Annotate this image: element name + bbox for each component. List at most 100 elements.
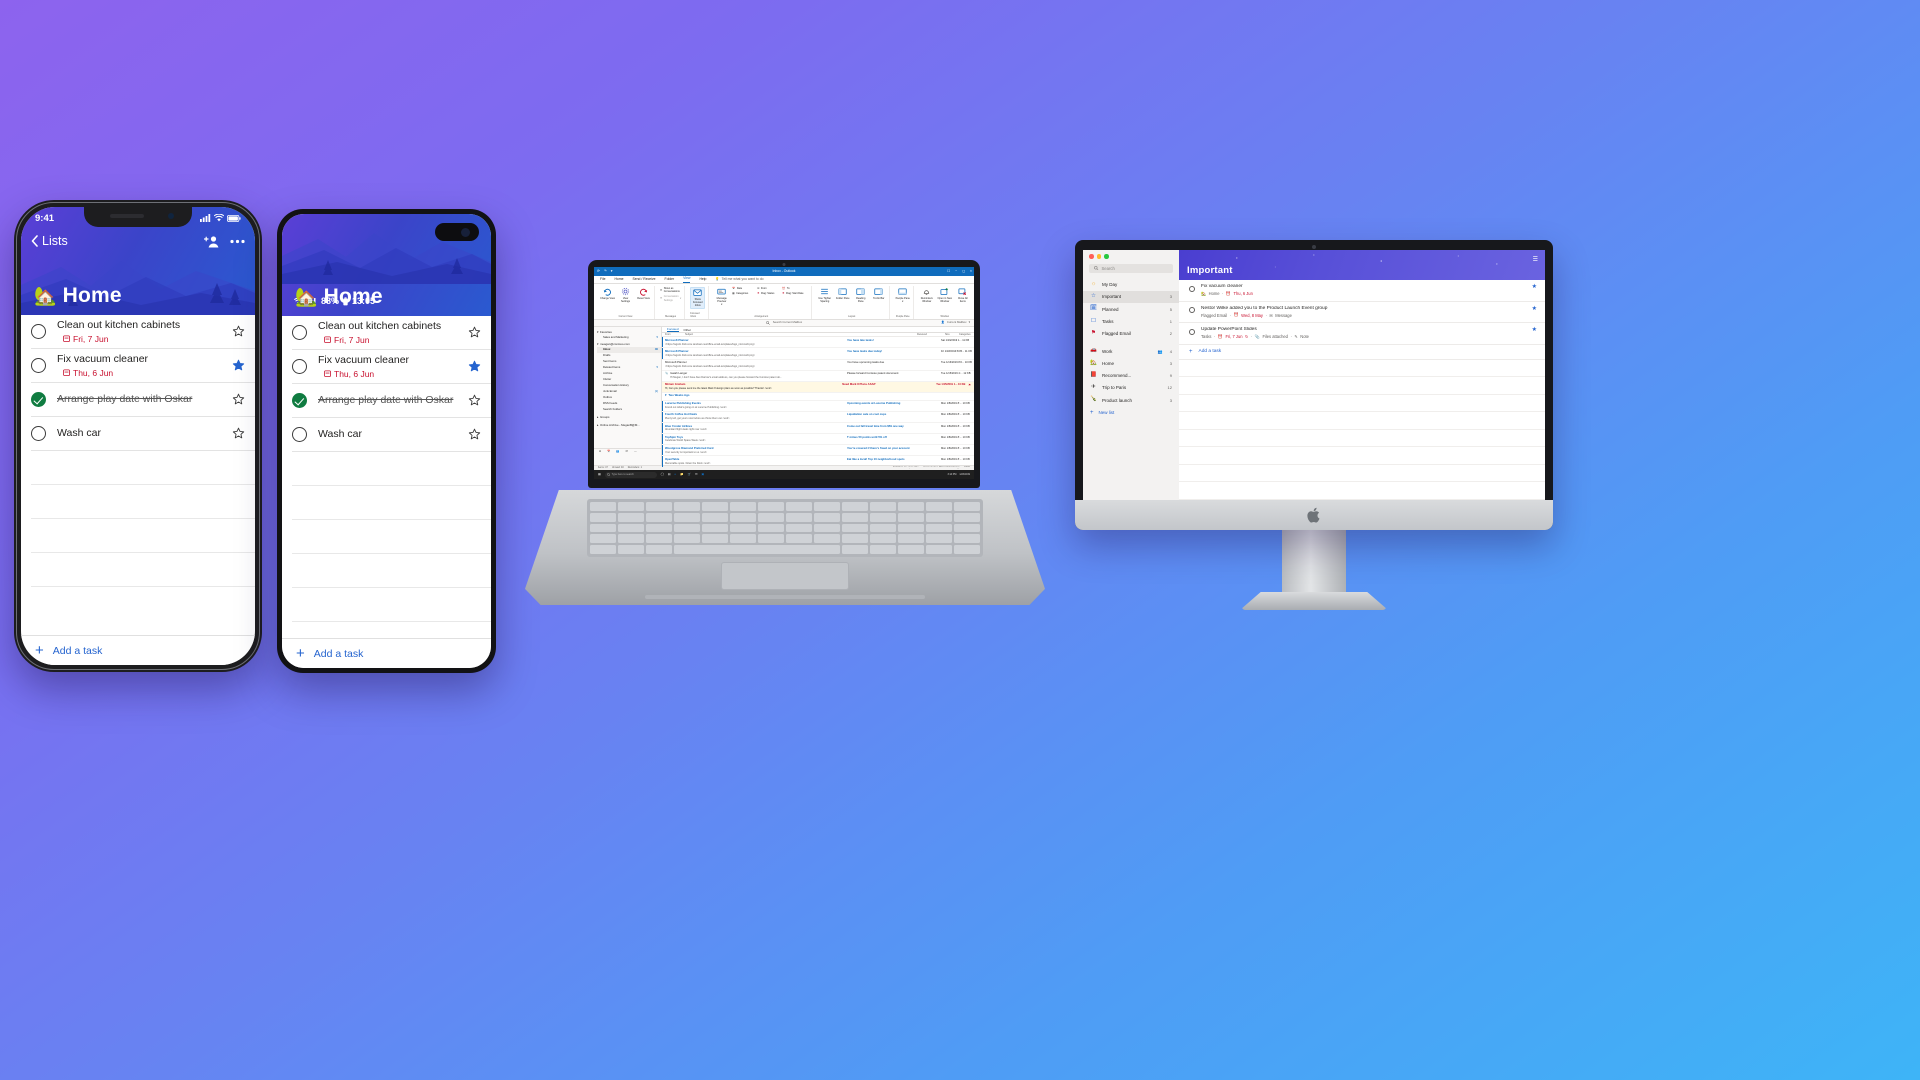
outlook-app-icon[interactable]: ▣	[701, 472, 704, 477]
cortana-icon[interactable]: ◯	[661, 472, 664, 477]
quick-access-toolbar[interactable]: ⟳ ↷ ▾	[597, 269, 612, 274]
email-row[interactable]: TopSpin Toys Celebrate World Space Week …	[662, 434, 974, 446]
arrange-by-flag-status[interactable]: ⚑ Flag: Status	[757, 292, 779, 295]
mailbox-scope-selector[interactable]: 👤 Current Mailbox ▾	[941, 320, 970, 325]
task-row[interactable]: Fix vacuum cleaner Thu, 6 Jun	[31, 349, 255, 383]
task-row[interactable]: Arrange play date with Oskar	[31, 383, 255, 417]
close-button[interactable]	[1089, 254, 1094, 259]
sidebar-item-planned[interactable]: 🗓 Planned 5	[1083, 303, 1179, 315]
conversation-settings-menu[interactable]: ☰ Conversation Settings ▾	[660, 295, 681, 302]
tab-other[interactable]: Other	[684, 328, 692, 332]
arrange-by-date[interactable]: 📅 Date	[732, 287, 754, 290]
star-icon[interactable]	[232, 393, 245, 406]
mail-app-icon[interactable]: ✉	[695, 472, 697, 477]
window-controls[interactable]: ☐ − ◻ ×	[947, 269, 972, 274]
ribbon-view-settings[interactable]: View Settings	[618, 287, 633, 303]
sidebar-item-work[interactable]: 🚗 Work 👥 4	[1083, 345, 1179, 357]
column-received[interactable]: Received	[917, 333, 943, 336]
column-from[interactable]: From	[665, 333, 683, 336]
star-icon-filled[interactable]	[232, 359, 245, 372]
add-task-button[interactable]: + Add a task	[282, 638, 491, 668]
task-checkbox[interactable]	[31, 324, 46, 339]
email-row[interactable]: Woodgrove Diamond Preferred Card Your se…	[662, 445, 974, 457]
task-checkbox-checked[interactable]	[292, 393, 307, 408]
arrange-by-to[interactable]: ⏰ To	[782, 287, 808, 290]
taskbar-time[interactable]: 3:14 PM	[947, 473, 956, 476]
email-row[interactable]: 📎 Isaiah Langer Hi Megan, I don't have A…	[662, 371, 974, 382]
online-archive-header[interactable]: ▸ Online Archive - MeganB@M...	[597, 423, 661, 428]
add-task-button[interactable]: + Add a task	[1179, 345, 1545, 360]
email-row[interactable]: OpenTable Memorable spots. Down the bloc…	[662, 456, 974, 468]
add-task-button[interactable]: + Add a task	[21, 635, 255, 665]
task-row[interactable]: Arrange play date with Oskar	[292, 384, 491, 418]
flag-icon[interactable]: ⚑	[968, 383, 971, 390]
task-checkbox[interactable]	[292, 427, 307, 442]
task-checkbox[interactable]	[1189, 285, 1195, 292]
taskbar-date[interactable]: 1/23/2019	[959, 473, 970, 476]
email-row[interactable]: Blue Yonder Airlines Abundant flight dea…	[662, 423, 974, 435]
email-row[interactable]: Microsoft Planner <https://wgcdn.blob.co…	[662, 348, 974, 360]
groups-header[interactable]: ▸ Groups	[597, 415, 661, 420]
windows-start-icon[interactable]: ▦	[598, 472, 601, 477]
file-explorer-icon[interactable]: 📁	[680, 472, 683, 477]
sidebar-item-product-launch[interactable]: 🍾 Product launch 3	[1083, 394, 1179, 406]
autosave-icon[interactable]: ⟳	[597, 269, 600, 274]
sidebar-item-flagged-email[interactable]: ⚑ Flagged Email 2	[1083, 328, 1179, 340]
tell-me-box[interactable]: 💡 Tell me what you want to do	[715, 277, 763, 282]
maximize-button[interactable]	[1104, 254, 1109, 259]
task-row[interactable]: Update PowerPoint Slides Tasks · ⏰ Fri, …	[1179, 323, 1545, 345]
show-as-conversations-checkbox[interactable]: ☐ Show as Conversations	[660, 287, 681, 294]
arrange-by-categories[interactable]: ▦ Categories	[732, 292, 754, 295]
column-categories[interactable]: Categories	[959, 333, 971, 336]
account-icon[interactable]: ☐	[947, 269, 950, 274]
task-row[interactable]: Clean out kitchen cabinets Fri, 7 Jun	[292, 316, 491, 350]
email-row[interactable]: Microsoft Planner <https://wgcdn.blob.co…	[662, 360, 974, 371]
ribbon-reminders-window[interactable]: Reminders Window	[919, 287, 934, 303]
qat-chevron-icon[interactable]: ▾	[611, 269, 613, 274]
new-list-button[interactable]: + New list	[1083, 406, 1179, 419]
star-icon-filled[interactable]: ★	[1532, 306, 1537, 312]
email-row[interactable]: Fourth Coffee Hot Deals Plenty left, get…	[662, 411, 974, 424]
task-row[interactable]: Clean out kitchen cabinets Fri, 7 Jun	[31, 315, 255, 349]
task-checkbox-checked[interactable]	[31, 392, 46, 407]
task-checkbox[interactable]	[31, 426, 46, 441]
tab-file[interactable]: File	[600, 277, 605, 282]
task-checkbox[interactable]	[1189, 328, 1195, 335]
arrange-by-from[interactable]: ✉ From	[757, 287, 779, 290]
column-subject[interactable]: Subject	[685, 333, 915, 336]
more-icon[interactable]: ⋯	[634, 450, 637, 454]
column-size[interactable]: Size	[945, 333, 957, 336]
task-row[interactable]: Wash car	[31, 417, 255, 451]
search-input[interactable]: Search	[1089, 263, 1173, 273]
mail-icon[interactable]: ✉	[599, 450, 601, 454]
ribbon-reading-pane[interactable]: Reading Pane	[853, 287, 868, 303]
email-row[interactable]: Lucerne Publishing Events Found out what…	[662, 400, 974, 412]
task-row[interactable]: Nestor Wilke added you to the Product La…	[1179, 302, 1545, 323]
star-icon-filled[interactable]: ★	[1532, 327, 1537, 333]
minimize-icon[interactable]: −	[955, 269, 957, 274]
tab-view[interactable]: View	[683, 276, 691, 283]
ribbon-people-pane[interactable]: People Pane ▾	[895, 287, 910, 303]
sidebar-item-recommended[interactable]: 📕 Recommend... 9	[1083, 369, 1179, 381]
calendar-icon[interactable]: 📅	[607, 450, 610, 454]
ribbon-show-focused-inbox[interactable]: Show Focused Inbox	[690, 287, 706, 309]
arrange-by-flag-start-date[interactable]: ⚑ Flag: Start Date	[782, 292, 808, 295]
people-icon[interactable]: 👥	[616, 450, 619, 454]
ribbon-folder-pane[interactable]: Folder Pane	[835, 287, 850, 300]
task-row[interactable]: Fix vacuum cleaner Thu, 6 Jun	[292, 350, 491, 384]
taskbar-search-input[interactable]: Type here to search	[604, 471, 657, 478]
sidebar-item-important[interactable]: ☆ Important 3	[1083, 290, 1179, 304]
email-row[interactable]: Microsoft Planner <https://wgcdn.blob.co…	[662, 337, 974, 349]
tab-folder[interactable]: Folder	[665, 277, 675, 282]
task-row[interactable]: Fix vacuum cleaner 🏡 Home · ⏰ Thu, 6 Jun…	[1179, 280, 1545, 302]
star-icon[interactable]	[232, 325, 245, 338]
ribbon-close-all-items[interactable]: Close All Items	[955, 287, 970, 303]
sidebar-item-tasks[interactable]: ☐ Tasks 1	[1083, 315, 1179, 327]
task-checkbox[interactable]	[1189, 307, 1195, 313]
outlook-search-bar[interactable]: Search Current Mailbox 👤 Current Mailbox…	[594, 320, 974, 327]
star-icon[interactable]	[468, 428, 481, 441]
back-to-lists-button[interactable]: Lists	[31, 234, 68, 248]
edge-icon[interactable]: e	[674, 472, 676, 477]
window-traffic-lights[interactable]	[1083, 254, 1179, 264]
undo-icon[interactable]: ↷	[604, 269, 607, 274]
